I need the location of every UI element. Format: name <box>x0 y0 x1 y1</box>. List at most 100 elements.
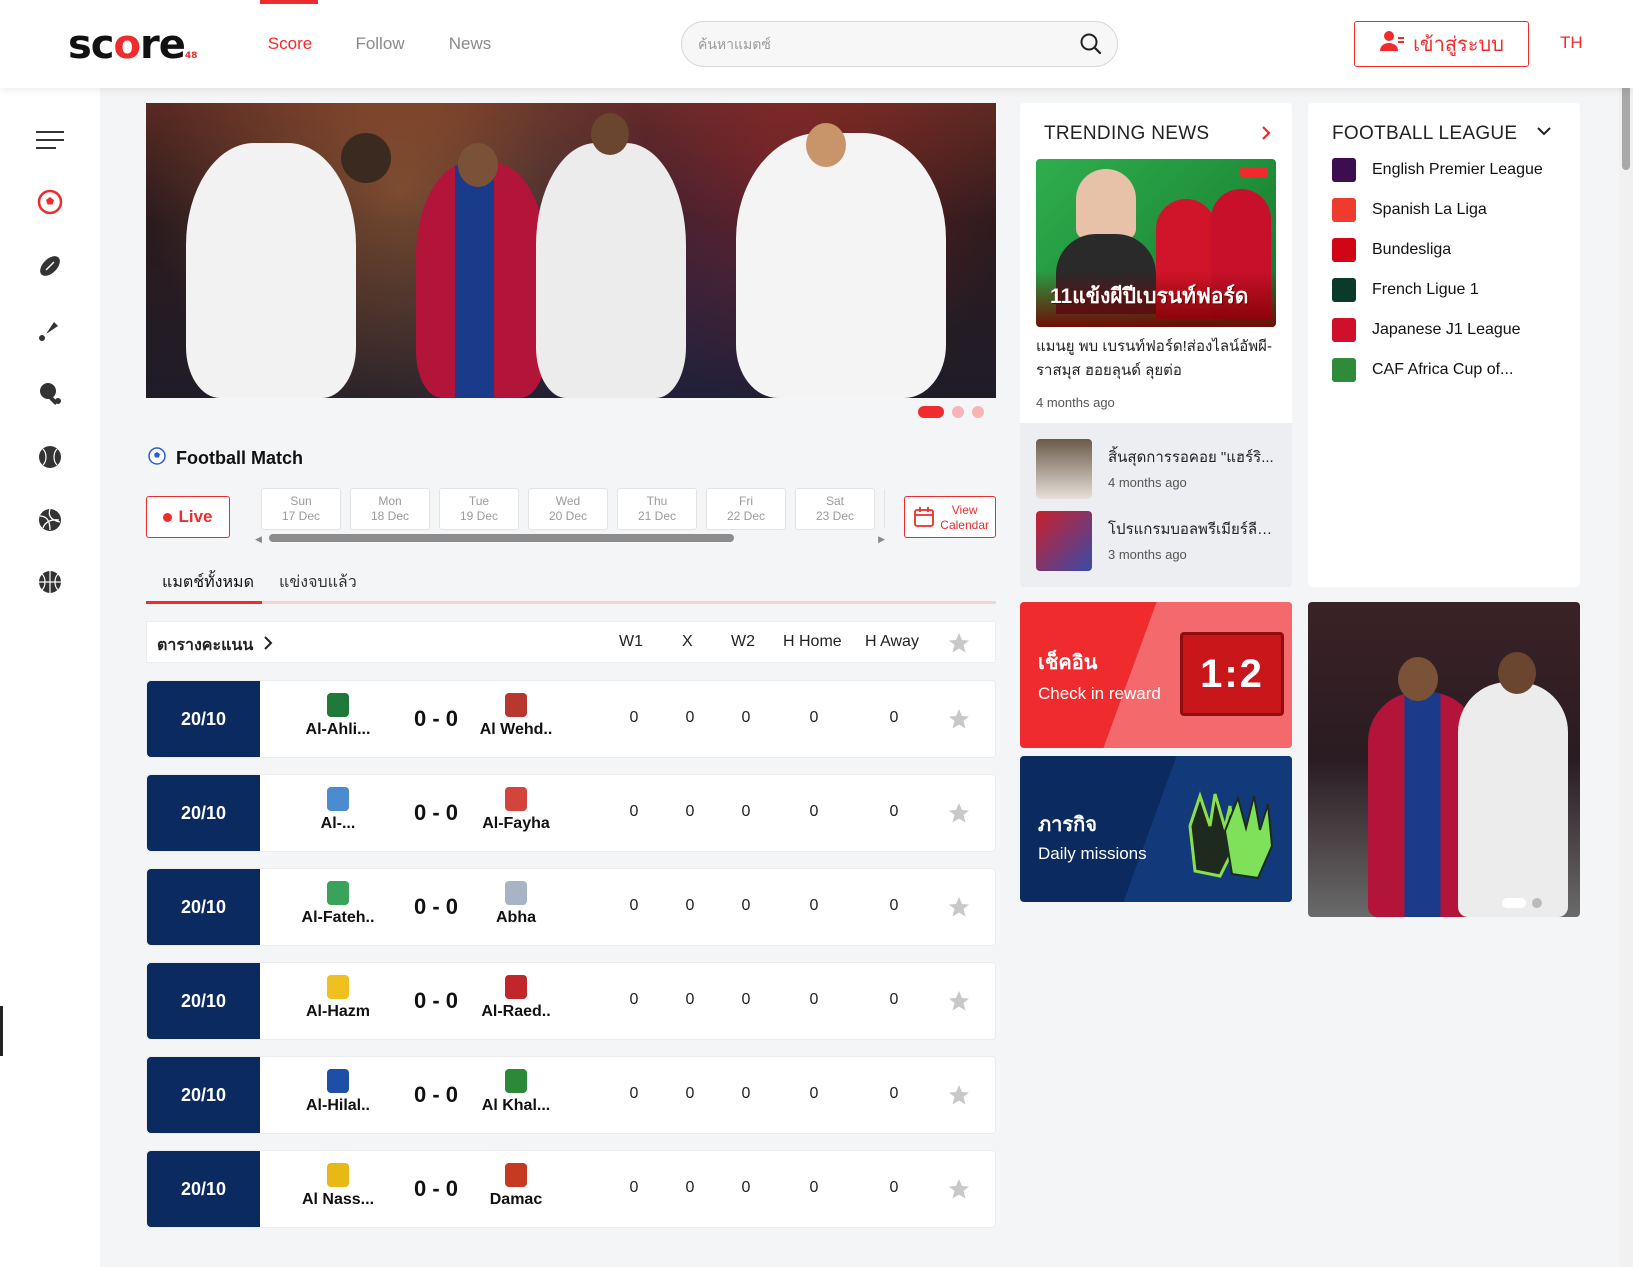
league-item[interactable]: Bundesliga <box>1332 235 1572 265</box>
date-chip-partial[interactable] <box>884 488 885 530</box>
search-box <box>681 21 1118 67</box>
away-team[interactable]: Abha <box>461 881 571 927</box>
star-icon[interactable] <box>947 631 971 660</box>
match-row[interactable]: 20/10 Al-Fateh.. 0 - 0 Abha 0 0 0 0 0 <box>146 868 996 946</box>
menu-icon[interactable] <box>36 126 64 154</box>
tab-all-matches[interactable]: แมตช์ทั้งหมด <box>162 570 254 595</box>
home-team[interactable]: Al-Ahli... <box>283 693 393 739</box>
match-row[interactable]: 20/10 Al-Hazm 0 - 0 Al-Raed.. 0 0 0 0 0 <box>146 962 996 1040</box>
away-team-crest-icon <box>505 1163 527 1187</box>
date-scrollbar[interactable]: ◀ ▶ <box>255 532 885 544</box>
favorite-star-icon[interactable] <box>947 707 971 736</box>
date-chip[interactable]: Wed 20 Dec <box>528 488 608 530</box>
banner-dot[interactable] <box>952 406 964 418</box>
sidebar-active-indicator <box>0 1006 3 1056</box>
login-label: เข้าสู่ระบบ <box>1413 34 1504 56</box>
live-filter-button[interactable]: Live <box>146 496 230 538</box>
odds-w1: 0 <box>629 1085 639 1102</box>
login-button[interactable]: เข้าสู่ระบบ <box>1354 21 1529 67</box>
match-row[interactable]: 20/10 Al-Ahli... 0 - 0 Al Wehd.. 0 0 0 0 0 <box>146 680 996 758</box>
home-team-crest-icon <box>327 881 349 905</box>
league-name: CAF Africa Cup of... <box>1372 361 1514 378</box>
american-football-icon[interactable] <box>36 252 64 280</box>
nav-news[interactable]: News <box>425 0 515 88</box>
away-team[interactable]: Al Khal... <box>461 1069 571 1115</box>
away-team[interactable]: Al-Raed.. <box>461 975 571 1021</box>
volleyball-icon[interactable] <box>36 506 64 534</box>
tab-finished[interactable]: แข่งจบแล้ว <box>279 570 357 595</box>
table-tennis-icon[interactable] <box>36 380 64 408</box>
match-row[interactable]: 20/10 Al-... 0 - 0 Al-Fayha 0 0 0 0 0 <box>146 774 996 852</box>
banner-player-head-2 <box>458 143 498 187</box>
away-team-name: Al-Raed.. <box>481 1003 551 1020</box>
featured-headline[interactable]: แมนยู พบ เบรนท์ฟอร์ด!ส่องไลน์อัพผี-ราสมุ… <box>1036 335 1281 383</box>
standings-link[interactable]: ตารางคะแนน <box>157 633 273 658</box>
home-team[interactable]: Al-Fateh.. <box>283 881 393 927</box>
home-team[interactable]: Al-... <box>283 787 393 833</box>
calendar-label: View Calendar <box>940 503 989 533</box>
banner-dot[interactable] <box>972 406 984 418</box>
away-team[interactable]: Damac <box>461 1163 571 1209</box>
daily-missions-banner[interactable]: ภารกิจ Daily missions <box>1020 756 1292 902</box>
league-title: FOOTBALL LEAGUE <box>1332 123 1518 144</box>
league-item[interactable]: French Ligue 1 <box>1332 275 1572 305</box>
match-row[interactable]: 20/10 Al-Hilal.. 0 - 0 Al Khal... 0 0 0 0 0 <box>146 1056 996 1134</box>
promo-dot-active[interactable] <box>1502 898 1526 908</box>
away-team[interactable]: Al Wehd.. <box>461 693 571 739</box>
chevron-down-icon[interactable] <box>1536 123 1552 144</box>
league-item[interactable]: English Premier League <box>1332 155 1572 185</box>
league-logo-icon <box>1332 238 1356 262</box>
scroll-left-arrow-icon[interactable]: ◀ <box>255 534 262 545</box>
league-name: Japanese J1 League <box>1372 321 1521 338</box>
promo-pagination <box>1502 898 1542 908</box>
trending-item[interactable]: สิ้นสุดการรอคอย "แฮร์ริ... 4 months ago <box>1036 439 1276 501</box>
date-scroll-thumb[interactable] <box>269 534 734 542</box>
league-item[interactable]: Japanese J1 League <box>1332 315 1572 345</box>
league-item[interactable]: Spanish La Liga <box>1332 195 1572 225</box>
search-icon[interactable] <box>1079 32 1103 61</box>
hero-banner[interactable] <box>146 103 996 398</box>
favorite-star-icon[interactable] <box>947 801 971 830</box>
trending-featured-image[interactable]: 11แข้งผีปีเบรนท์ฟอร์ด <box>1036 159 1276 327</box>
baseball-icon[interactable] <box>36 443 64 471</box>
date-chip[interactable]: Thu 21 Dec <box>617 488 697 530</box>
away-team[interactable]: Al-Fayha <box>461 787 571 833</box>
league-name: Bundesliga <box>1372 241 1452 258</box>
badminton-icon[interactable] <box>36 316 64 344</box>
scroll-right-arrow-icon[interactable]: ▶ <box>878 534 885 545</box>
banner-player-white-1 <box>186 143 356 398</box>
search-input[interactable] <box>682 22 1042 66</box>
favorite-star-icon[interactable] <box>947 1177 971 1206</box>
away-team-crest-icon <box>505 881 527 905</box>
date-chip[interactable]: Fri 22 Dec <box>706 488 786 530</box>
odds-w1: 0 <box>629 803 639 820</box>
match-row[interactable]: 20/10 Al Nass... 0 - 0 Damac 0 0 0 0 0 <box>146 1150 996 1228</box>
home-team-name: Al-Hilal.. <box>305 1097 370 1114</box>
home-team[interactable]: Al-Hazm <box>283 975 393 1021</box>
view-calendar-button[interactable]: View Calendar <box>904 496 996 538</box>
favorite-star-icon[interactable] <box>947 989 971 1018</box>
date-chip[interactable]: Sat 23 Dec <box>795 488 875 530</box>
soccer-ball-icon[interactable] <box>36 188 64 216</box>
side-promo-image[interactable] <box>1308 602 1580 917</box>
checkin-reward-banner[interactable]: เช็คอิน Check in reward 1:2 <box>1020 602 1292 748</box>
home-team[interactable]: Al-Hilal.. <box>283 1069 393 1115</box>
date-chip[interactable]: Tue 19 Dec <box>439 488 519 530</box>
date-chip[interactable]: Sun 17 Dec <box>261 488 341 530</box>
chevron-right-icon[interactable] <box>1260 125 1272 146</box>
site-logo[interactable]: score48 <box>68 22 197 68</box>
home-team[interactable]: Al Nass... <box>283 1163 393 1209</box>
page-scrollbar[interactable] <box>1619 0 1633 1267</box>
nav-follow[interactable]: Follow <box>335 0 425 88</box>
nav-score[interactable]: Score <box>245 0 335 88</box>
favorite-star-icon[interactable] <box>947 895 971 924</box>
banner-dot-active[interactable] <box>918 406 944 418</box>
basketball-icon[interactable] <box>36 568 64 596</box>
league-item[interactable]: CAF Africa Cup of... <box>1332 355 1572 385</box>
favorite-star-icon[interactable] <box>947 1083 971 1112</box>
language-switch[interactable]: TH <box>1560 33 1583 53</box>
promo-dot[interactable] <box>1532 898 1542 908</box>
date-chip[interactable]: Mon 18 Dec <box>350 488 430 530</box>
home-team-name: Al-... <box>320 815 356 832</box>
trending-item[interactable]: โปรแกรมบอลพรีเมียร์ลีก... 3 months ago <box>1036 511 1276 573</box>
